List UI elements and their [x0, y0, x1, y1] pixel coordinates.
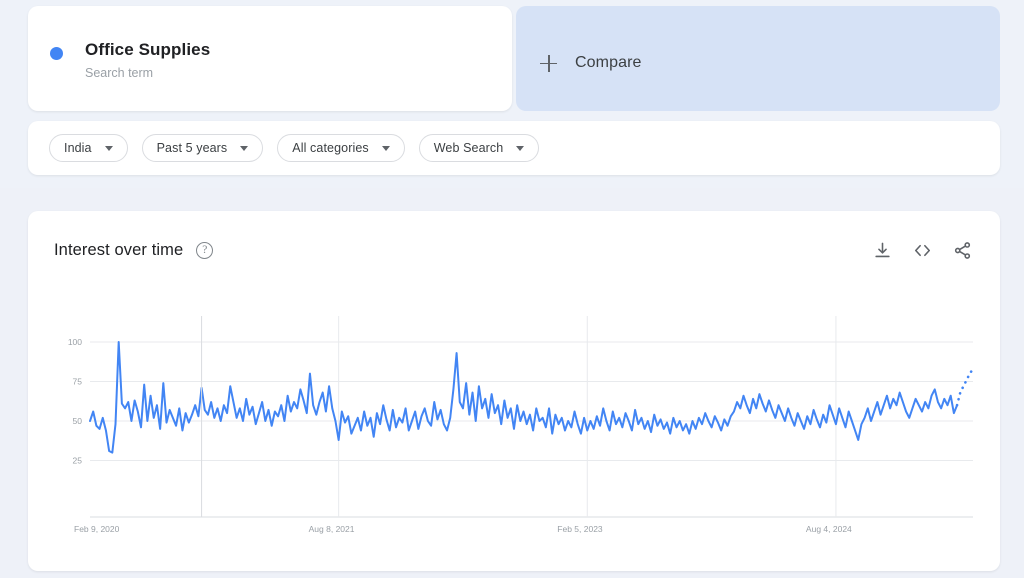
compare-button[interactable]: Compare	[516, 6, 1000, 111]
search-term-subtitle: Search term	[85, 66, 154, 80]
search-term-row: Office Supplies Search term	[50, 40, 210, 81]
search-term-texts: Office Supplies Search term	[85, 40, 210, 81]
filter-pill-search-type[interactable]: Web Search	[418, 134, 540, 162]
chevron-down-icon	[381, 145, 390, 151]
search-term-card[interactable]: Office Supplies Search term	[28, 6, 512, 111]
filter-pill-search-type-label: Web Search	[433, 141, 504, 155]
filter-pill-time-range-label: Past 5 years	[156, 141, 228, 155]
chevron-down-icon	[516, 145, 525, 151]
filter-bar: India Past 5 years All categories Web Se…	[28, 121, 1000, 175]
svg-text:Feb 9, 2020: Feb 9, 2020	[74, 524, 120, 534]
svg-text:Aug 8, 2021: Aug 8, 2021	[309, 524, 355, 534]
svg-text:100: 100	[68, 337, 82, 347]
svg-text:Feb 5, 2023: Feb 5, 2023	[557, 524, 603, 534]
compare-label: Compare	[575, 54, 642, 71]
filter-pill-category-label: All categories	[292, 141, 369, 155]
svg-text:Aug 4, 2024: Aug 4, 2024	[806, 524, 852, 534]
interest-over-time-card: Interest over time ? 25 50 75 100 Feb 9,…	[28, 211, 1000, 571]
chevron-down-icon	[104, 145, 113, 151]
interest-over-time-chart[interactable]: 25 50 75 100 Feb 9, 2020 Aug 8, 2021 Feb 5, 20…	[28, 211, 1000, 571]
compare-inner: Compare	[540, 54, 642, 72]
chart-svg: 25 50 75 100 Feb 9, 2020 Aug 8, 2021 Feb 5, 20…	[68, 316, 975, 534]
svg-text:75: 75	[73, 377, 83, 387]
series-dot-icon	[50, 47, 63, 60]
filter-pill-location-label: India	[64, 141, 92, 155]
filter-pill-time-range[interactable]: Past 5 years	[141, 134, 264, 162]
filter-pill-category[interactable]: All categories	[277, 134, 405, 162]
google-trends-page: Office Supplies Search term Compare Indi…	[0, 0, 1024, 578]
chevron-down-icon	[240, 145, 249, 151]
svg-text:25: 25	[73, 456, 83, 466]
filter-pill-location[interactable]: India	[49, 134, 128, 162]
plus-icon	[540, 54, 557, 72]
search-term-title: Office Supplies	[85, 40, 211, 59]
filter-pill-group: India Past 5 years All categories Web Se…	[49, 134, 540, 162]
svg-text:50: 50	[73, 416, 83, 426]
